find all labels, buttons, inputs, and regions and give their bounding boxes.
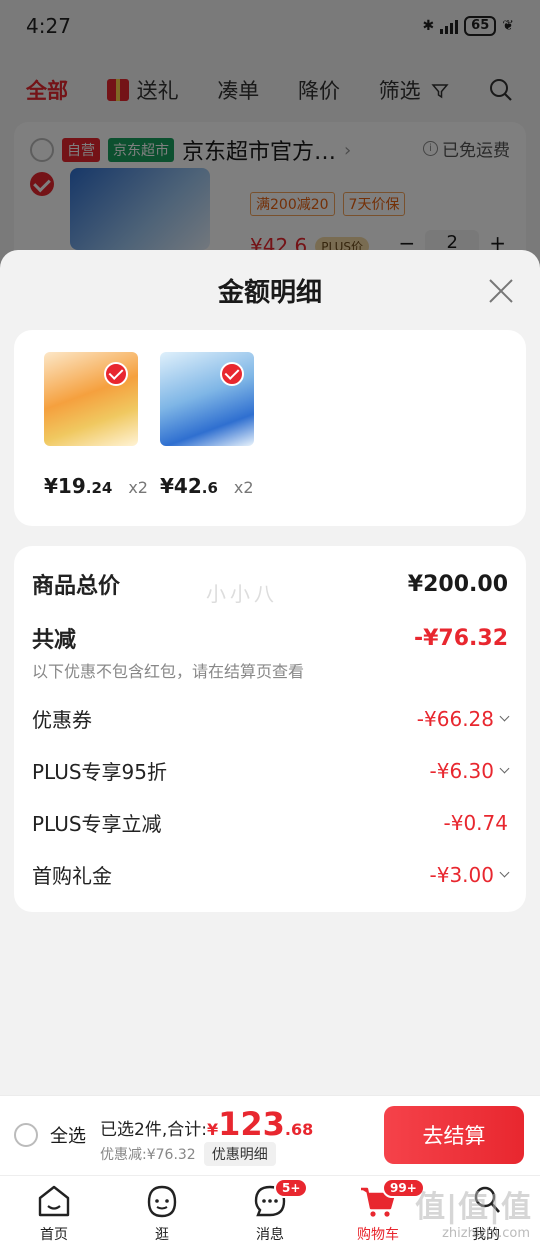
product-quantity: x2 [128, 478, 148, 497]
tab-browse[interactable]: 逛 [112, 1182, 212, 1244]
product-item[interactable]: ¥19 .24 x2 [44, 352, 148, 498]
plus-discount-label: PLUS专享95折 [32, 760, 167, 784]
order-summary: 已选2件,合计: ¥ 123 .68 优惠减:¥76.32 优惠明细 [100, 1108, 313, 1166]
plus-discount-value: -¥6.30 [429, 758, 494, 783]
tab-home-label: 首页 [40, 1227, 68, 1243]
total-discount-value: -¥76.32 [413, 625, 508, 651]
cart-background: 4:27 ✱ 65 ❦ 全部 送礼 凑单 降价 筛选 自营 京东超市 京东超市官… [0, 0, 540, 282]
total-discount-label: 共减 [32, 628, 77, 653]
chevron-down-icon [499, 711, 510, 722]
chevron-down-icon [499, 763, 510, 774]
select-all[interactable]: 全选 [14, 1122, 86, 1148]
tab-messages-label: 消息 [256, 1227, 284, 1243]
product-image [44, 352, 138, 446]
chevron-down-icon [499, 867, 510, 878]
plus-instant-label: PLUS专享立减 [32, 812, 162, 836]
site-watermark: 值|值|值 [415, 1190, 532, 1225]
first-purchase-value: -¥3.00 [429, 862, 494, 887]
checkout-button[interactable]: 去结算 [384, 1106, 524, 1164]
price-main: ¥19 [44, 474, 86, 498]
sheet-title: 金额明细 [217, 278, 322, 308]
check-icon [104, 362, 128, 386]
tab-cart-label: 购物车 [357, 1227, 399, 1243]
price-main: ¥42 [160, 474, 202, 498]
total-price-value: ¥200.00 [407, 571, 508, 597]
total-currency: ¥ [206, 1120, 219, 1139]
tab-home[interactable]: 首页 [4, 1182, 104, 1244]
coupon-value: -¥66.28 [416, 706, 494, 731]
tab-messages[interactable]: 5+ 消息 [220, 1178, 320, 1244]
close-icon[interactable] [486, 276, 516, 306]
price-decimal: .24 [85, 479, 113, 497]
select-all-label: 全选 [50, 1126, 86, 1147]
checkout-bar: 全选 已选2件,合计: ¥ 123 .68 优惠减:¥76.32 优惠明细 去结… [0, 1095, 540, 1175]
tab-cart[interactable]: 99+ 购物车 [328, 1178, 428, 1244]
product-item[interactable]: ¥42 .6 x2 [160, 352, 256, 498]
message-badge: 5+ [274, 1178, 309, 1198]
price-decimal: .6 [201, 479, 218, 497]
selected-count: 已选2件,合计: [100, 1120, 207, 1140]
product-price: ¥19 .24 x2 [44, 474, 148, 498]
saved-amount: 优惠减:¥76.32 [100, 1147, 196, 1163]
amount-detail-sheet: 金额明细 ¥19 .24 x2 ¥42 .6 x2 小小八 商品总价 ¥200.… [0, 250, 540, 1095]
coupon-row[interactable]: 优惠券 -¥66.28 [32, 704, 510, 733]
tab-browse-label: 逛 [155, 1227, 169, 1243]
modal-overlay[interactable] [0, 0, 540, 270]
product-price: ¥42 .6 x2 [160, 474, 256, 498]
discount-detail-button[interactable]: 优惠明细 [203, 1142, 276, 1166]
check-icon [220, 362, 244, 386]
total-price-row: 商品总价 ¥200.00 [32, 568, 508, 600]
total-integer: 123 [218, 1105, 285, 1143]
total-price-label: 商品总价 [32, 574, 121, 599]
selected-products-card: ¥19 .24 x2 ¥42 .6 x2 [14, 330, 526, 526]
browse-face-icon [147, 1185, 177, 1218]
home-icon [38, 1185, 70, 1217]
price-breakdown-card: 小小八 商品总价 ¥200.00 共减 -¥76.32 以下优惠不包含红包，请在… [14, 546, 526, 912]
coupon-label: 优惠券 [32, 708, 92, 732]
total-discount-row: 共减 -¥76.32 [32, 622, 508, 654]
plus-discount-row[interactable]: PLUS专享95折 -¥6.30 [32, 756, 510, 785]
product-image [160, 352, 254, 446]
discount-note: 以下优惠不包含红包，请在结算页查看 [32, 662, 305, 681]
site-watermark-url: zhizhizhi.com [442, 1226, 530, 1241]
plus-instant-row: PLUS专享立减 -¥0.74 [32, 808, 508, 837]
plus-instant-value: -¥0.74 [443, 810, 508, 835]
total-decimal: .68 [284, 1120, 314, 1139]
product-quantity: x2 [233, 478, 254, 497]
first-purchase-row[interactable]: 首购礼金 -¥3.00 [32, 860, 510, 889]
select-all-radio[interactable] [14, 1123, 38, 1147]
first-purchase-label: 首购礼金 [32, 864, 112, 888]
